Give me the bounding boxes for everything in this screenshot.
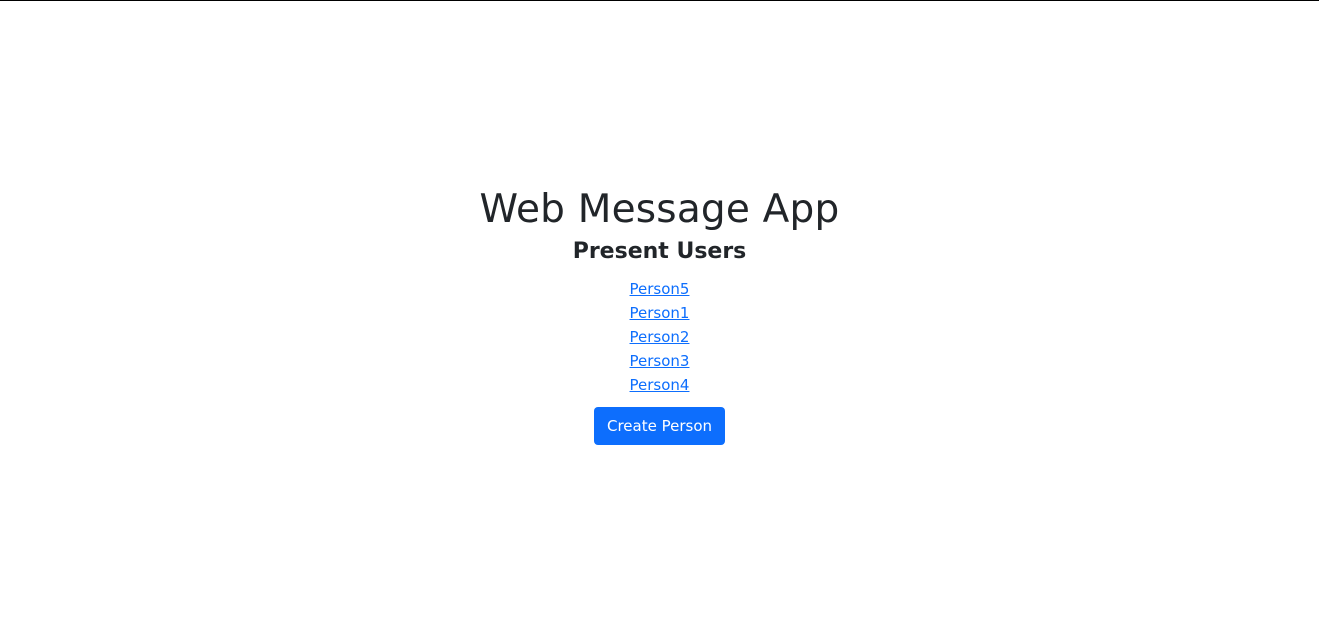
main-content: Web Message App Present Users Person5 Pe… [0,186,1319,445]
top-border-line [0,0,1319,1]
user-link-person2[interactable]: Person2 [630,328,690,346]
list-item: Person4 [630,373,690,397]
user-list: Person5 Person1 Person2 Person3 Person4 [630,277,690,397]
present-users-heading: Present Users [572,239,747,264]
list-item: Person1 [630,301,690,325]
list-item: Person5 [630,277,690,301]
list-item: Person2 [630,325,690,349]
user-link-person4[interactable]: Person4 [630,376,690,394]
user-link-person3[interactable]: Person3 [630,352,690,370]
user-link-person1[interactable]: Person1 [630,304,690,322]
user-link-person5[interactable]: Person5 [630,280,690,298]
create-person-button[interactable]: Create Person [593,407,725,445]
page-title: Web Message App [479,187,840,232]
list-item: Person3 [630,349,690,373]
